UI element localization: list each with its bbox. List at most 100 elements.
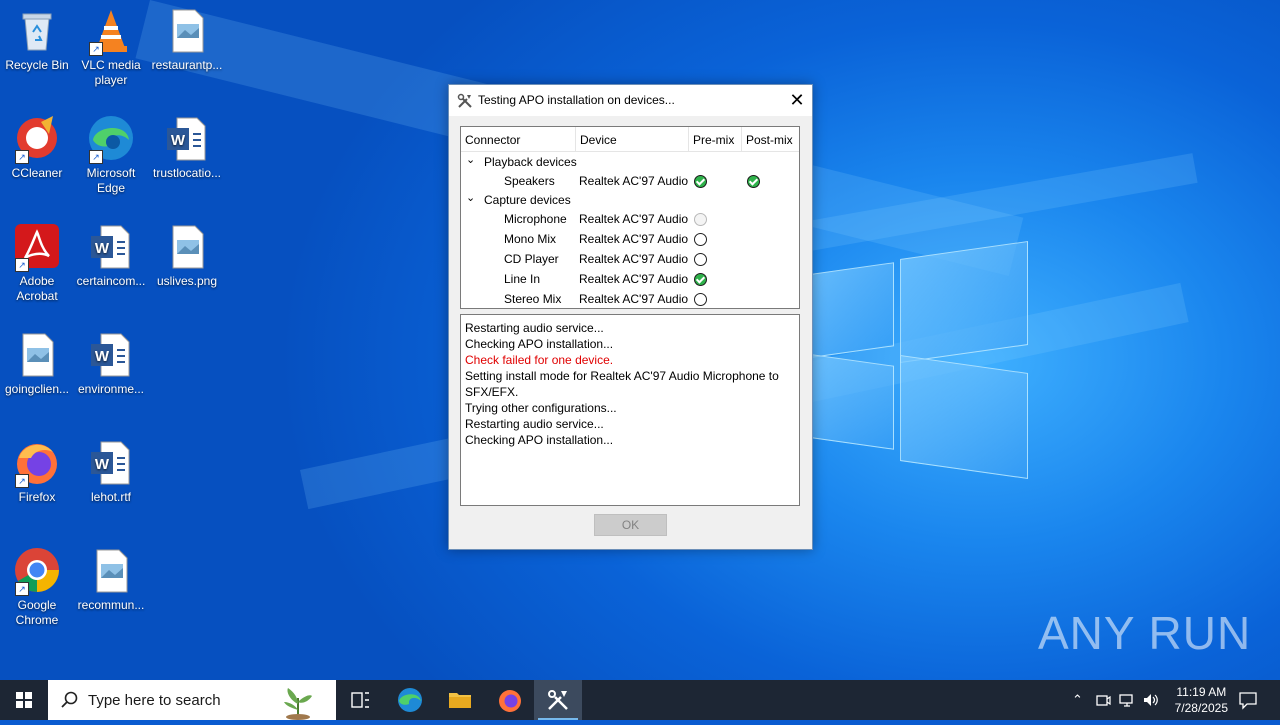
status-empty-icon	[694, 233, 707, 246]
volume-icon[interactable]	[1142, 692, 1160, 708]
table-row[interactable]: Speakers Realtek AC'97 Audio	[461, 171, 799, 191]
windows-logo-pane	[812, 354, 894, 450]
desktop-icon-restaurantp[interactable]: restaurantp...	[150, 0, 224, 73]
dialog-title: Testing APO installation on devices...	[478, 93, 675, 107]
desktop-icon-label: CCleaner	[11, 166, 63, 180]
ccleaner-icon: ↗	[13, 114, 61, 164]
connector-name: Speakers	[504, 174, 555, 188]
log-line: Restarting audio service...	[465, 321, 604, 335]
chevron-down-icon[interactable]: ⌄	[466, 153, 475, 166]
table-row[interactable]: CD Player Realtek AC'97 Audio	[461, 249, 799, 269]
tree-group-playback[interactable]: ⌄ Playback devices	[461, 152, 799, 172]
connector-name: CD Player	[504, 252, 559, 266]
word-doc-icon: W	[87, 330, 135, 378]
ok-button[interactable]: OK	[594, 514, 667, 536]
column-header-premix[interactable]: Pre-mix	[693, 133, 734, 147]
clock-date: 7/28/2025	[1174, 701, 1228, 715]
device-name: Realtek AC'97 Audio	[579, 174, 689, 188]
close-button[interactable]: ✕	[782, 85, 812, 116]
log-output[interactable]: Restarting audio service... Checking APO…	[460, 314, 800, 506]
desktop-icon-label: recommun...	[77, 598, 145, 612]
notification-icon[interactable]	[1238, 690, 1258, 710]
desktop-icon-label: VLC media player	[81, 58, 141, 87]
status-ok-icon	[694, 175, 707, 188]
image-file-icon	[13, 330, 61, 378]
taskbar-search[interactable]: Type here to search	[48, 680, 336, 720]
tree-group-capture[interactable]: ⌄ Capture devices	[461, 190, 799, 210]
device-name: Realtek AC'97 Audio	[579, 292, 689, 306]
chevron-down-icon[interactable]: ⌄	[466, 191, 475, 204]
connector-name: Mono Mix	[504, 232, 557, 246]
table-row[interactable]: Line In Realtek AC'97 Audio	[461, 269, 799, 289]
desktop-icon-ccleaner[interactable]: ↗ CCleaner	[0, 108, 74, 181]
connector-name: Stereo Mix	[504, 292, 562, 306]
desktop-icon-label: Google Chrome	[15, 598, 59, 627]
windows-start-icon	[16, 692, 32, 708]
word-doc-icon: W	[87, 222, 135, 270]
vlc-icon: ↗	[87, 6, 135, 56]
connector-name: Microphone	[504, 212, 567, 226]
taskbar-apo-tool[interactable]	[534, 680, 582, 720]
taskbar-firefox[interactable]	[486, 680, 534, 720]
desktop-icon-label: uslives.png	[156, 274, 218, 288]
status-empty-icon	[694, 293, 707, 306]
desktop-icon-label: Adobe Acrobat	[16, 274, 58, 303]
image-file-icon	[163, 222, 211, 270]
desktop-icon-edge[interactable]: ↗ Microsoft Edge	[74, 108, 148, 196]
desktop-icon-uslives[interactable]: uslives.png	[150, 216, 224, 289]
column-header-connector[interactable]: Connector	[465, 133, 520, 147]
desktop-icon-certaincom[interactable]: W certaincom...	[74, 216, 148, 289]
search-icon	[61, 691, 78, 708]
desktop-icon-recommun[interactable]: recommun...	[74, 540, 148, 613]
dialog-titlebar[interactable]: Testing APO installation on devices... ✕	[449, 85, 812, 116]
system-clock[interactable]: 11:19 AM 7/28/2025	[1175, 684, 1228, 716]
meet-now-icon[interactable]	[1095, 692, 1111, 708]
network-icon[interactable]	[1119, 692, 1135, 708]
log-line: Checking APO installation...	[465, 433, 614, 447]
taskbar-edge[interactable]	[386, 680, 434, 720]
image-file-icon	[87, 546, 135, 594]
desktop-icon-label: restaurantp...	[151, 58, 223, 72]
device-tree[interactable]: Connector Device Pre-mix Post-mix ⌄ Play…	[460, 126, 800, 309]
desktop-icon-goingclien[interactable]: goingclien...	[0, 324, 74, 397]
log-line: Checking APO installation...	[465, 337, 614, 351]
column-header-postmix[interactable]: Post-mix	[746, 133, 793, 147]
table-row[interactable]: Mono Mix Realtek AC'97 Audio	[461, 229, 799, 249]
svg-text:W: W	[171, 132, 186, 149]
device-name: Realtek AC'97 Audio	[579, 252, 689, 266]
task-view-icon	[351, 692, 369, 708]
column-header-device[interactable]: Device	[580, 133, 617, 147]
desktop-icon-recycle-bin[interactable]: Recycle Bin	[0, 0, 74, 73]
table-row[interactable]: Stereo Mix Realtek AC'97 Audio	[461, 289, 799, 309]
desktop-icon-chrome[interactable]: ↗ Google Chrome	[0, 540, 74, 628]
desktop-icon-label: Firefox	[18, 490, 56, 504]
desktop-icon-vlc[interactable]: ↗ VLC media player	[74, 0, 148, 88]
desktop-icon-trustlocatio[interactable]: W trustlocatio...	[150, 108, 224, 181]
chrome-icon: ↗	[13, 546, 61, 596]
apo-test-dialog: Testing APO installation on devices... ✕…	[448, 84, 813, 550]
desktop-icon-label: trustlocatio...	[152, 166, 222, 180]
desktop-icon-firefox[interactable]: ↗ Firefox	[0, 432, 74, 505]
desktop-icon-lehot[interactable]: W lehot.rtf	[74, 432, 148, 505]
group-label: Capture devices	[484, 193, 571, 207]
status-ok-icon	[747, 175, 760, 188]
log-line: Restarting audio service...	[465, 417, 604, 431]
tree-header: Connector Device Pre-mix Post-mix	[461, 127, 799, 152]
firefox-icon: ↗	[13, 438, 61, 488]
svg-text:W: W	[95, 240, 110, 257]
desktop-icon-label: environme...	[77, 382, 145, 396]
taskbar-file-explorer[interactable]	[436, 680, 484, 720]
chevron-up-icon[interactable]: ⌃	[1072, 692, 1083, 708]
table-row[interactable]: Microphone Realtek AC'97 Audio	[461, 209, 799, 229]
status-empty-icon	[694, 253, 707, 266]
task-view-button[interactable]	[336, 680, 384, 720]
desktop: Recycle Bin ↗ VLC media player restauran…	[0, 0, 1280, 680]
status-disabled-icon	[694, 213, 707, 226]
start-button[interactable]	[0, 680, 48, 720]
desktop-icon-environme[interactable]: W environme...	[74, 324, 148, 397]
connector-name: Line In	[504, 272, 541, 286]
desktop-icon-acrobat[interactable]: ↗ Adobe Acrobat	[0, 216, 74, 304]
group-label: Playback devices	[484, 155, 577, 169]
tools-icon	[548, 690, 568, 710]
desktop-icon-label: lehot.rtf	[90, 490, 132, 504]
